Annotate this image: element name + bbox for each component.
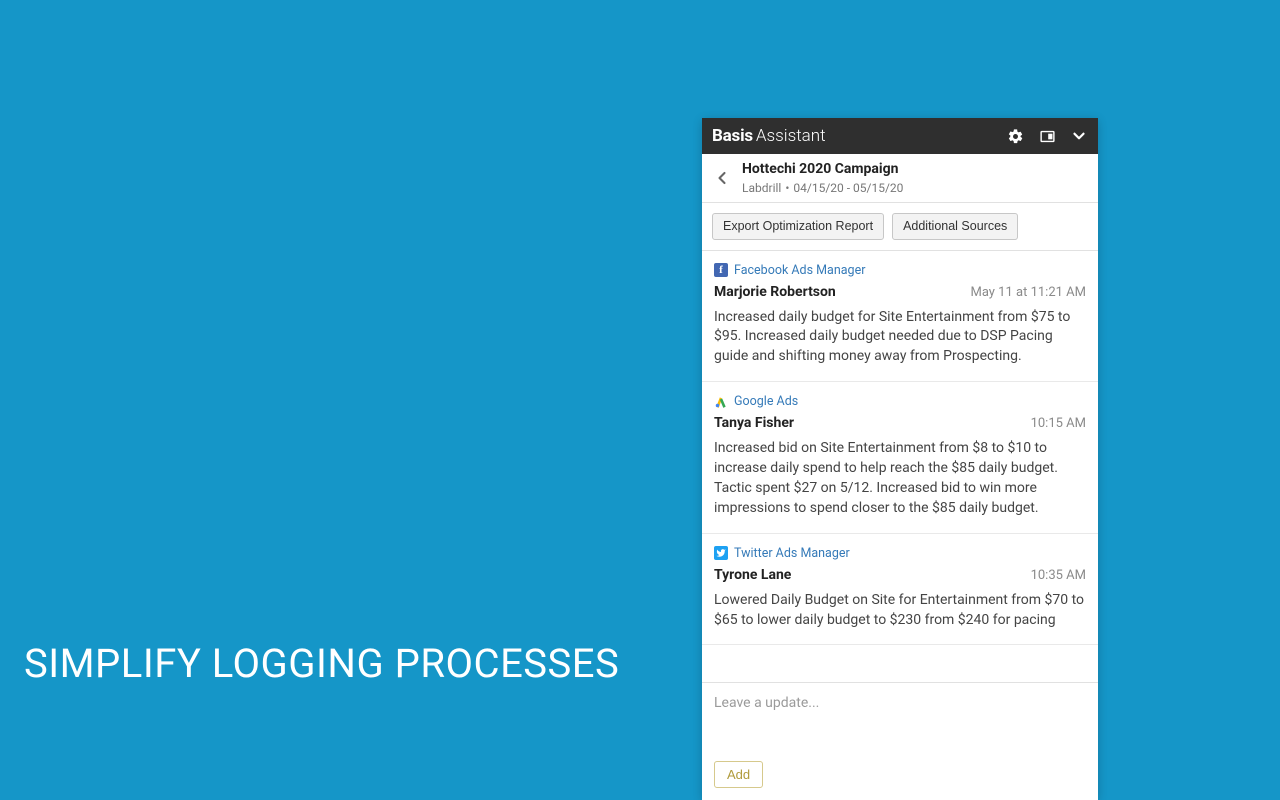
assistant-panel: Basis Assistant Hottechi 2020 Campaign L… <box>702 118 1098 800</box>
campaign-title: Hottechi 2020 Campaign <box>742 161 903 179</box>
gear-icon[interactable] <box>1006 127 1024 145</box>
composer: Add <box>702 682 1098 800</box>
campaign-daterange: 04/15/20 - 05/15/20 <box>793 181 903 195</box>
update-input[interactable] <box>714 695 1086 749</box>
chevron-down-icon[interactable] <box>1070 127 1088 145</box>
brand-light: Assistant <box>756 126 826 146</box>
assistant-titlebar: Basis Assistant <box>702 118 1098 154</box>
window-icon[interactable] <box>1038 127 1056 145</box>
log-entry: Google Ads Tanya Fisher 10:15 AM Increas… <box>702 382 1098 534</box>
entry-source-link[interactable]: Google Ads <box>734 394 798 409</box>
back-button[interactable] <box>708 164 736 192</box>
campaign-advertiser: Labdrill <box>742 181 781 195</box>
entry-body: Increased daily budget for Site Entertai… <box>714 308 1086 368</box>
entry-time: 10:35 AM <box>1031 568 1086 583</box>
log-entry: f Facebook Ads Manager Marjorie Robertso… <box>702 251 1098 383</box>
export-report-button[interactable]: Export Optimization Report <box>712 213 884 240</box>
entry-body: Increased bid on Site Entertainment from… <box>714 439 1086 519</box>
brand-strong: Basis <box>712 126 753 146</box>
entry-body: Lowered Daily Budget on Site for Enterta… <box>714 591 1086 631</box>
facebook-icon: f <box>714 263 728 277</box>
entry-author: Marjorie Robertson <box>714 284 836 300</box>
entry-time: May 11 at 11:21 AM <box>970 285 1086 300</box>
add-button[interactable]: Add <box>714 761 763 788</box>
entry-author: Tanya Fisher <box>714 415 794 431</box>
page-headline: SIMPLIFY LOGGING PROCESSES <box>24 640 619 687</box>
entry-time: 10:15 AM <box>1031 416 1086 431</box>
twitter-icon <box>714 546 728 560</box>
campaign-subtitle: Labdrill•04/15/20 - 05/15/20 <box>742 181 903 195</box>
google-ads-icon <box>714 395 728 409</box>
campaign-header: Hottechi 2020 Campaign Labdrill•04/15/20… <box>702 154 1098 203</box>
entry-source-link[interactable]: Facebook Ads Manager <box>734 263 865 278</box>
additional-sources-button[interactable]: Additional Sources <box>892 213 1018 240</box>
log-entry: Twitter Ads Manager Tyrone Lane 10:35 AM… <box>702 534 1098 646</box>
entry-author: Tyrone Lane <box>714 567 791 583</box>
action-row: Export Optimization Report Additional So… <box>702 203 1098 251</box>
entries-list: f Facebook Ads Manager Marjorie Robertso… <box>702 251 1098 683</box>
entry-source-link[interactable]: Twitter Ads Manager <box>734 546 850 561</box>
